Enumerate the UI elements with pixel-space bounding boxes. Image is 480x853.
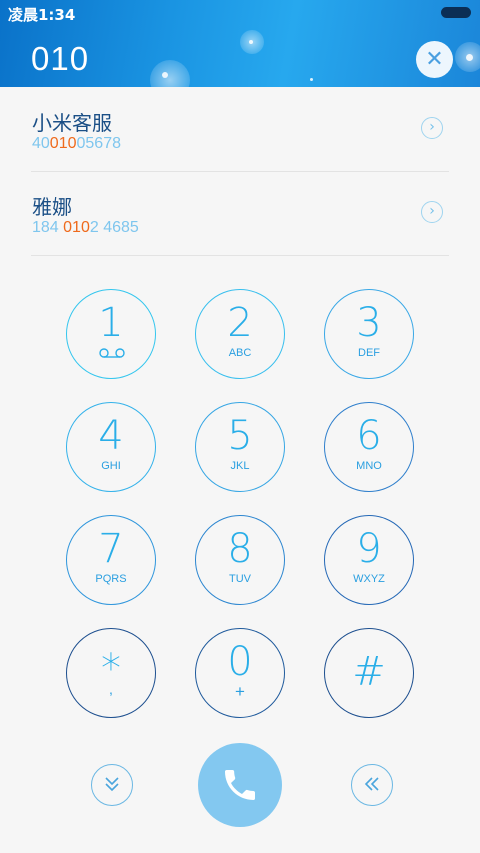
key-8[interactable]: 8 TUV (195, 515, 285, 605)
key-digit: 9 (356, 526, 382, 572)
number-part: 2 4685 (89, 219, 139, 236)
key-letters: + (235, 682, 245, 701)
number-match: 010 (63, 219, 90, 236)
key-letters: JKL (230, 460, 250, 472)
contact-details-button[interactable]: › (421, 201, 443, 223)
key-digit: 3 (356, 300, 382, 346)
key-letters: , (109, 681, 113, 697)
key-2[interactable]: 2 ABC (195, 289, 285, 379)
key-letters: TUV (229, 573, 251, 585)
key-hash[interactable]: # (324, 628, 414, 718)
key-7[interactable]: 7 PQRS (66, 515, 156, 605)
key-letters: PQRS (95, 573, 127, 585)
key-letters: DEF (358, 347, 380, 359)
contact-row[interactable]: 雅娜 184 0102 4685 › (31, 171, 449, 256)
clear-number-button[interactable]: ✕ (416, 41, 453, 78)
key-4[interactable]: 4 GHI (66, 402, 156, 492)
header-sparkle (162, 72, 168, 78)
header-glow (150, 60, 190, 87)
chevron-right-icon: › (429, 203, 435, 219)
contact-number: 184 0102 4685 (32, 219, 139, 237)
key-3[interactable]: 3 DEF (324, 289, 414, 379)
close-icon: ✕ (425, 46, 444, 72)
chevron-double-down-icon (105, 777, 119, 792)
header-sparkle (249, 40, 253, 44)
key-0[interactable]: 0 + (195, 628, 285, 718)
status-time: 凌晨1:34 (8, 6, 76, 24)
header-sparkle (466, 54, 473, 61)
key-digit: 8 (227, 526, 253, 572)
key-letters: MNO (356, 460, 382, 472)
backspace-button[interactable] (351, 764, 393, 806)
key-digit: 2 (227, 300, 253, 346)
contact-row[interactable]: 小米客服 4001005678 › (31, 87, 449, 172)
key-digit: # (352, 649, 386, 695)
battery-icon (441, 7, 471, 18)
contact-name: 小米客服 (32, 111, 112, 135)
key-star[interactable]: * , (66, 628, 156, 718)
voicemail-icon (99, 348, 125, 358)
key-letters: WXYZ (353, 573, 385, 585)
number-part: 184 (32, 219, 64, 236)
chevron-double-left-icon (364, 777, 379, 791)
number-match: 010 (49, 135, 77, 152)
number-part: 05678 (76, 135, 122, 152)
key-6[interactable]: 6 MNO (324, 402, 414, 492)
key-digit: 0 (227, 639, 253, 685)
number-part: 40 (32, 135, 50, 152)
key-1[interactable]: 1 (66, 289, 156, 379)
key-5[interactable]: 5 JKL (195, 402, 285, 492)
key-digit: 1 (98, 300, 124, 346)
contact-name: 雅娜 (32, 195, 72, 219)
key-digit: 4 (98, 413, 124, 459)
contact-number: 4001005678 (32, 135, 121, 153)
header-sparkle (310, 78, 313, 81)
dialer-header: 凌晨1:34 010 ✕ (0, 0, 480, 87)
phone-icon (225, 770, 255, 800)
key-digit: 7 (98, 526, 124, 572)
key-9[interactable]: 9 WXYZ (324, 515, 414, 605)
dial-number-display: 010 (31, 40, 90, 77)
call-button[interactable] (198, 743, 282, 827)
key-digit: 5 (227, 413, 253, 459)
collapse-keypad-button[interactable] (91, 764, 133, 806)
key-digit: 6 (356, 413, 382, 459)
contact-details-button[interactable]: › (421, 117, 443, 139)
key-letters: GHI (101, 460, 121, 472)
key-letters: ABC (228, 347, 252, 359)
chevron-right-icon: › (429, 119, 435, 135)
